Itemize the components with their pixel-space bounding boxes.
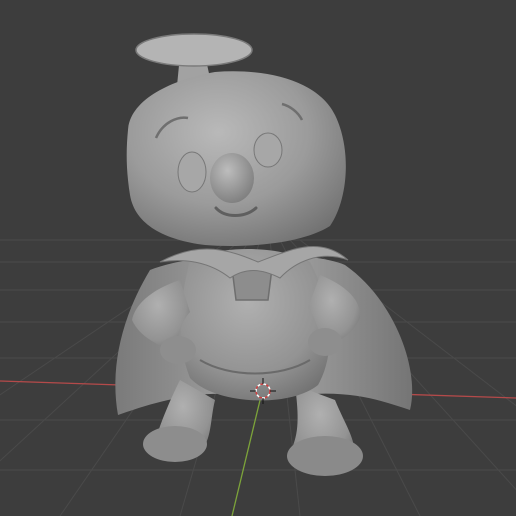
left-eye	[177, 151, 207, 193]
propeller-disc	[135, 33, 253, 67]
right-foot	[287, 436, 363, 476]
viewport-scene[interactable]	[0, 0, 516, 516]
3d-viewport[interactable]	[0, 0, 516, 516]
right-hand	[308, 328, 342, 356]
left-hand	[160, 336, 196, 364]
right-eye	[253, 132, 283, 168]
nose	[210, 153, 254, 203]
left-foot	[143, 426, 207, 462]
